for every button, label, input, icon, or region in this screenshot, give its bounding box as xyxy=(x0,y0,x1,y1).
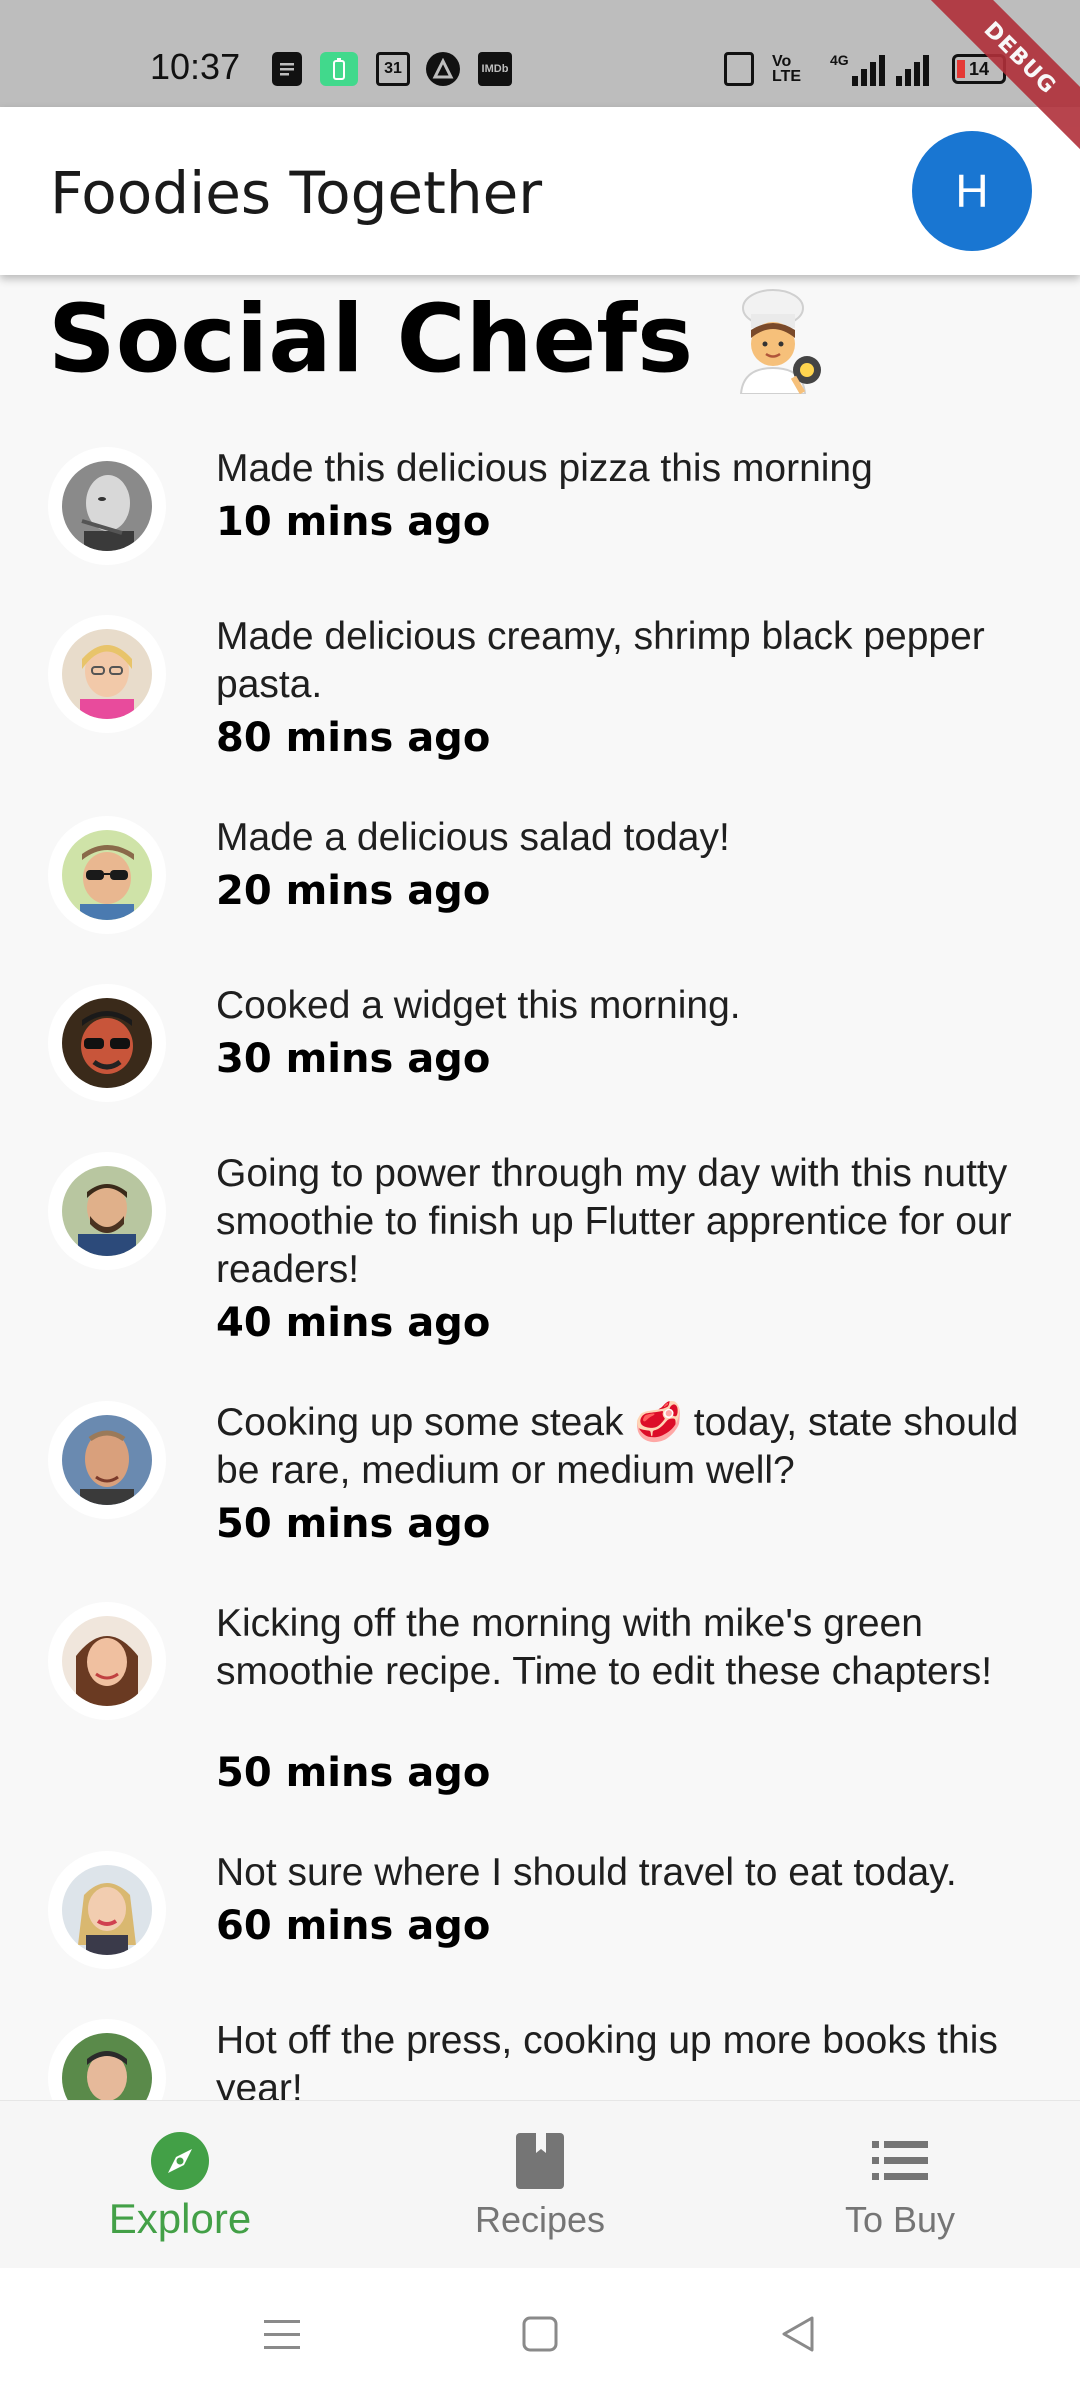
avatar-ring xyxy=(48,1152,166,1270)
post-time: 10 mins ago xyxy=(216,499,491,545)
avatar-ring xyxy=(48,1851,166,1969)
post-text: Made delicious creamy, shrimp black pepp… xyxy=(216,615,985,706)
tab-to-buy[interactable]: To Buy xyxy=(720,2101,1080,2269)
notes-icon xyxy=(272,52,302,86)
status-bar: 10:37 31 IMDb Vo LTE 4G 14 DEBUG xyxy=(0,0,1080,166)
profile-avatar-button[interactable]: H xyxy=(912,131,1032,251)
post-text: Hot off the press, cooking up more books… xyxy=(216,2019,998,2100)
post-time: 80 mins ago xyxy=(216,715,491,761)
tab-recipes[interactable]: Recipes xyxy=(360,2101,720,2269)
vibrate-icon xyxy=(724,52,754,86)
menu-icon[interactable] xyxy=(260,2312,304,2356)
status-time: 10:37 xyxy=(150,46,241,87)
avatar xyxy=(62,998,152,1088)
post-text: Cooked a widget this morning. xyxy=(216,984,741,1027)
avatar xyxy=(62,1166,152,1256)
post-text: Going to power through my day with this … xyxy=(216,1152,1012,1291)
avatar xyxy=(62,1865,152,1955)
post-time: 50 mins ago xyxy=(216,1501,491,1547)
avatar xyxy=(62,1616,152,1706)
avatar-ring xyxy=(48,615,166,733)
post-time: 50 mins ago xyxy=(216,1750,491,1796)
chef-emoji-icon xyxy=(723,286,831,395)
avatar xyxy=(62,830,152,920)
back-icon[interactable] xyxy=(776,2312,820,2356)
section-heading-text: Social Chefs xyxy=(48,285,694,394)
explore-feed[interactable]: Social Chefs Made this delicious pizza t… xyxy=(0,275,1080,2100)
tab-recipes-label: Recipes xyxy=(474,2199,606,2240)
signal-4g-icon: 4G xyxy=(830,52,885,86)
post-time: 30 mins ago xyxy=(216,1036,491,1082)
section-heading: Social Chefs xyxy=(48,285,831,395)
imdb-icon: IMDb xyxy=(478,52,512,86)
avatar-ring xyxy=(48,1602,166,1720)
post-text: Not sure where I should travel to eat to… xyxy=(216,1851,957,1894)
tab-to-buy-label: To Buy xyxy=(844,2199,956,2240)
tab-explore-label: Explore xyxy=(108,2195,252,2242)
avatar-ring xyxy=(48,447,166,565)
avatar xyxy=(62,1415,152,1505)
tab-explore[interactable]: Explore xyxy=(0,2101,360,2269)
app-title: Foodies Together xyxy=(50,159,543,227)
bottom-navigation-bar: Explore Recipes To Buy xyxy=(0,2100,1080,2269)
avatar xyxy=(62,2033,152,2100)
battery-saver-icon xyxy=(320,52,358,86)
volte-icon: Vo LTE xyxy=(772,53,802,85)
post-text: Made this delicious pizza this morning xyxy=(216,447,873,490)
home-icon[interactable] xyxy=(518,2312,562,2356)
post-text: Cooking up some steak 🥩 today, state sho… xyxy=(216,1401,1019,1492)
list-icon xyxy=(870,2131,930,2191)
calendar-icon: 31 xyxy=(376,52,410,86)
signal-icon xyxy=(896,52,929,86)
explore-icon xyxy=(150,2131,210,2191)
app-icon xyxy=(426,52,460,86)
post-time: 40 mins ago xyxy=(216,1300,491,1346)
avatar xyxy=(62,629,152,719)
post-time: 20 mins ago xyxy=(216,868,491,914)
app-bar: Foodies Together H xyxy=(0,107,1080,275)
system-navigation-bar xyxy=(0,2268,1080,2400)
avatar xyxy=(62,461,152,551)
post-time: 60 mins ago xyxy=(216,1903,491,1949)
post-text: Made a delicious salad today! xyxy=(216,816,730,859)
book-icon xyxy=(510,2131,570,2191)
network-type-label: 4G xyxy=(830,52,849,68)
avatar-ring xyxy=(48,2019,166,2100)
post-text: Kicking off the morning with mike's gree… xyxy=(216,1602,993,1693)
avatar-ring xyxy=(48,1401,166,1519)
avatar-ring xyxy=(48,816,166,934)
avatar-ring xyxy=(48,984,166,1102)
